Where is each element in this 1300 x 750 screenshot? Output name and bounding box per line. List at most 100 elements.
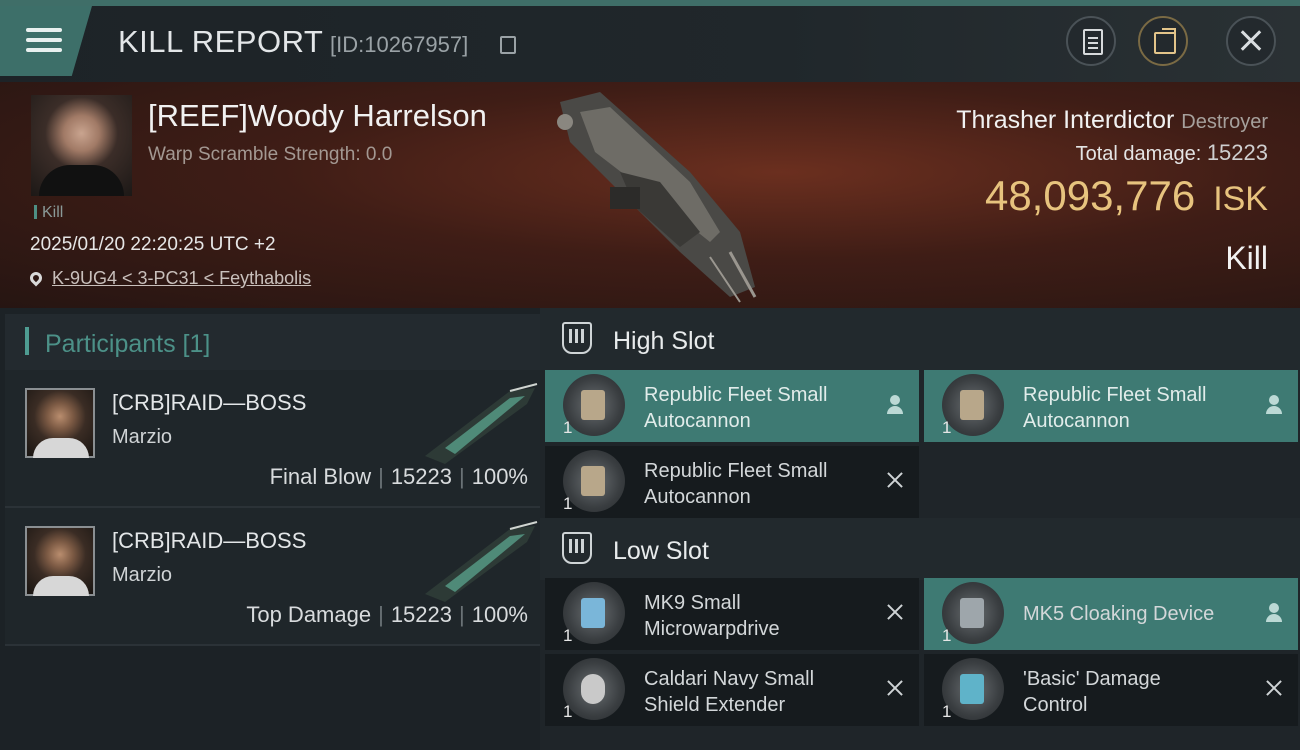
module-item[interactable]: 1 MK9 Small Microwarpdrive: [545, 578, 919, 650]
dropped-icon: [885, 678, 905, 698]
module-name: Republic Fleet Small Autocannon: [644, 382, 827, 434]
module-name-line1: 'Basic' Damage: [1023, 668, 1161, 690]
clipboard-icon: [1083, 29, 1103, 55]
total-damage-value: 15223: [1206, 140, 1268, 165]
close-icon: [1228, 18, 1274, 64]
victim-name[interactable]: [REEF]Woody Harrelson: [148, 98, 487, 134]
isk-unit: ISK: [1213, 180, 1268, 218]
clipboard-button[interactable]: [1066, 16, 1116, 66]
module-name-line1: MK9 Small: [644, 592, 741, 614]
kill-location[interactable]: K-9UG4 < 3-PC31 < Feythabolis: [27, 268, 311, 289]
destroyed-icon: [1264, 394, 1284, 414]
module-quantity: 1: [942, 626, 952, 645]
participant-row[interactable]: [CRB]RAID—BOSS Marzio Final Blow | 15223 | 1…: [5, 370, 540, 508]
menu-icon-line: [26, 48, 62, 52]
low-slot-header: Low Slot: [540, 518, 1300, 580]
ship-type: Thrasher Interdictor Destroyer: [956, 106, 1268, 135]
participant-damage: 15223: [390, 464, 452, 489]
module-quantity: 1: [563, 626, 573, 645]
low-slot-icon: [562, 532, 592, 564]
module-name-line1: Republic Fleet Small: [1023, 384, 1207, 406]
kill-datetime: 2025/01/20 22:20:25 UTC +2: [30, 234, 276, 255]
stat-separator: |: [459, 464, 465, 489]
module-shape: [960, 674, 984, 704]
isk-value: 48,093,776 ISK: [985, 172, 1268, 220]
participants-header: Participants [1]: [5, 314, 540, 370]
module-name-line1: Republic Fleet Small: [644, 460, 828, 482]
share-button[interactable]: [1138, 16, 1188, 66]
dropped-icon: [1264, 678, 1284, 698]
module-quantity: 1: [563, 702, 573, 721]
share-icon: [1154, 28, 1176, 54]
module-quantity: 1: [942, 418, 952, 437]
module-name: Republic Fleet Small Autocannon: [644, 458, 827, 510]
warp-scramble-strength: Warp Scramble Strength: 0.0: [148, 144, 393, 165]
stat-separator: |: [378, 602, 384, 627]
menu-icon-line: [26, 38, 62, 42]
participant-name[interactable]: [CRB]RAID—BOSS: [112, 390, 306, 416]
stat-separator: |: [378, 464, 384, 489]
module-quantity: 1: [942, 702, 952, 721]
module-item[interactable]: 1 MK5 Cloaking Device: [924, 578, 1298, 650]
destroyed-icon: [885, 394, 905, 414]
module-name-line1: Republic Fleet Small: [644, 384, 828, 406]
participant-corp: Marzio: [112, 564, 173, 586]
module-shape: [960, 390, 984, 420]
stat-separator: |: [459, 602, 465, 627]
menu-icon: [26, 28, 62, 32]
module-name: Republic Fleet Small Autocannon: [1023, 382, 1206, 434]
module-quantity: 1: [563, 418, 573, 437]
module-item[interactable]: 1 Republic Fleet Small Autocannon: [924, 370, 1298, 442]
low-slot-title: Low Slot: [613, 537, 709, 565]
dropped-icon: [885, 470, 905, 490]
module-name-line2: Autocannon: [1023, 410, 1130, 432]
ship-class: Destroyer: [1181, 111, 1268, 133]
kill-id: [ID:10267957]: [330, 32, 469, 57]
participant-percent: 100%: [471, 464, 528, 489]
participants-title: Participants [1]: [45, 330, 211, 358]
high-slot-header: High Slot: [540, 308, 1300, 370]
isk-amount: 48,093,776: [984, 172, 1196, 219]
module-shape: [581, 466, 605, 496]
high-slot-icon: [562, 322, 592, 354]
ship-image: [557, 92, 757, 303]
participant-damage: 15223: [390, 602, 452, 627]
module-quantity: 1: [563, 494, 573, 513]
participants-panel: Participants [1] [CRB]RAID—BOSS Marzio F…: [0, 308, 540, 750]
kill-tag: Kill: [34, 204, 63, 222]
module-shape: [581, 674, 605, 704]
destroyed-icon: [1264, 602, 1284, 622]
avatar-shoulders: [33, 438, 89, 458]
module-name-line2: Autocannon: [644, 486, 751, 508]
copy-icon[interactable]: [500, 36, 516, 54]
module-name-line2: Autocannon: [644, 410, 751, 432]
module-item[interactable]: 1 Republic Fleet Small Autocannon: [545, 446, 919, 518]
module-name: Caldari Navy Small Shield Extender: [644, 666, 814, 718]
participant-row[interactable]: [CRB]RAID—BOSS Marzio Top Damage | 15223 | 1…: [5, 508, 540, 646]
participant-avatar[interactable]: [25, 388, 95, 458]
module-shape: [581, 598, 605, 628]
module-item[interactable]: 1 'Basic' Damage Control: [924, 654, 1298, 726]
module-item[interactable]: 1 Republic Fleet Small Autocannon: [545, 370, 919, 442]
participant-ship-icon: [425, 521, 538, 602]
participants-header-bar: [25, 327, 29, 355]
participant-name[interactable]: [CRB]RAID—BOSS: [112, 528, 306, 554]
avatar-shoulders: [33, 576, 89, 596]
menu-button[interactable]: [0, 6, 92, 76]
victim-portrait[interactable]: [31, 95, 132, 196]
total-damage-label: Total damage:: [1075, 143, 1202, 165]
module-name-line2: Shield Extender: [644, 694, 786, 716]
fitting-panel: High Slot 1 Republic Fleet Small Autocann…: [540, 308, 1300, 750]
victim-panel: [REEF]Woody Harrelson Warp Scramble Stre…: [0, 82, 1300, 308]
participant-avatar[interactable]: [25, 526, 95, 596]
location-link[interactable]: K-9UG4 < 3-PC31 < Feythabolis: [52, 268, 311, 288]
module-name-line2: Control: [1023, 694, 1088, 716]
module-item[interactable]: 1 Caldari Navy Small Shield Extender: [545, 654, 919, 726]
participant-stats: Top Damage | 15223 | 100%: [246, 602, 528, 628]
top-bar: KILL REPORT [ID:10267957]: [0, 0, 1300, 82]
module-shape: [960, 598, 984, 628]
module-name-line2: Microwarpdrive: [644, 618, 780, 640]
participant-role: Final Blow: [269, 464, 372, 489]
close-button[interactable]: [1226, 16, 1276, 66]
high-slot-title: High Slot: [613, 327, 715, 355]
